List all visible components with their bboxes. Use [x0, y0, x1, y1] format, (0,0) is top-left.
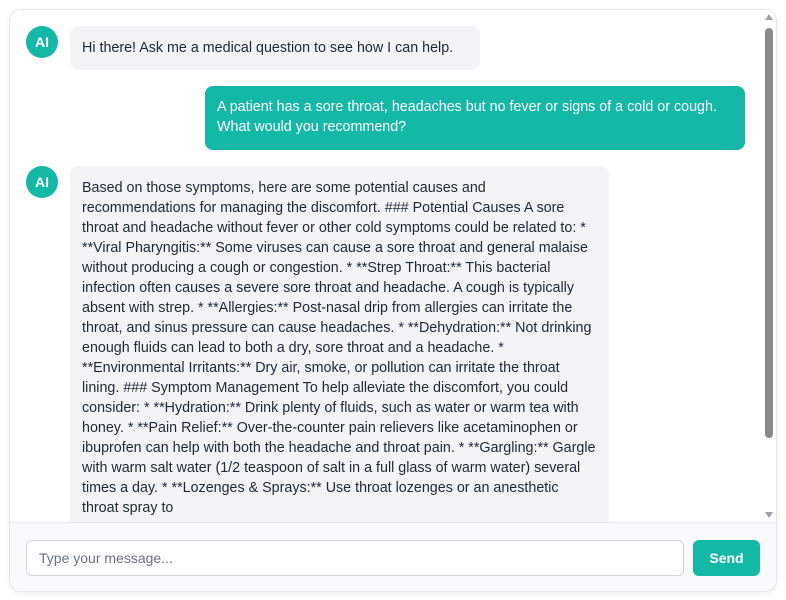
ai-message-bubble: Based on those symptoms, here are some p… [70, 166, 609, 522]
ai-avatar: AI [26, 166, 58, 198]
scroll-thumb[interactable] [765, 28, 773, 438]
ai-avatar: AI [26, 26, 58, 58]
ai-message-bubble: Hi there! Ask me a medical question to s… [70, 26, 480, 70]
ai-message: AI Based on those symptoms, here are som… [26, 166, 609, 522]
scroll-down-arrow-icon[interactable] [765, 512, 773, 518]
send-button[interactable]: Send [693, 540, 760, 576]
user-message-bubble: A patient has a sore throat, headaches b… [205, 86, 745, 150]
message-input[interactable] [26, 540, 684, 576]
message-scrollbar[interactable] [762, 10, 776, 522]
chat-window: AI Hi there! Ask me a medical question t… [9, 9, 777, 592]
ai-message: AI Hi there! Ask me a medical question t… [26, 26, 480, 70]
message-composer: Send [10, 522, 776, 591]
message-list[interactable]: AI Hi there! Ask me a medical question t… [10, 10, 776, 522]
scroll-up-arrow-icon[interactable] [765, 14, 773, 20]
user-message: A patient has a sore throat, headaches b… [205, 86, 745, 150]
